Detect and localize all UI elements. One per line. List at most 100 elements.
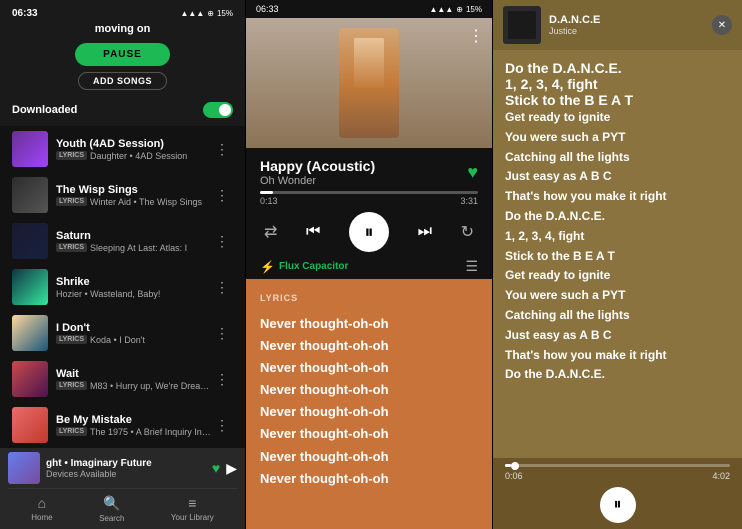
lyric-line: Stick to the B E A T	[505, 247, 730, 267]
song-meta: LYRICS The 1975 • A Brief Inquiry Int...	[56, 427, 211, 437]
song-thumb	[12, 131, 48, 167]
nav-library[interactable]: ≡ Your Library	[171, 495, 214, 523]
list-item[interactable]: Be My Mistake LYRICS The 1975 • A Brief …	[4, 402, 241, 448]
song-artist: Koda • I Don't	[90, 335, 145, 345]
song-artist: The 1975 • A Brief Inquiry Int...	[90, 427, 211, 437]
lyric-line: Get ready to ignite	[505, 266, 730, 286]
prev-button[interactable]: ⏮	[306, 223, 320, 241]
lyric-line: Do the D.A.N.C.E.	[505, 60, 730, 76]
lyrics-panel: LYRICS Never thought-oh-ohNever thought-…	[246, 279, 492, 529]
list-item[interactable]: Shrike Hozier • Wasteland, Baby! ⋮	[4, 264, 241, 310]
playlist-title: moving on	[95, 23, 151, 35]
p3-total-time: 4:02	[712, 471, 730, 481]
close-button[interactable]: ✕	[712, 15, 732, 35]
nav-search-label: Search	[99, 514, 124, 523]
lyric-line: You were such a PYT	[505, 128, 730, 148]
lyric-line: Catching all the lights	[505, 306, 730, 326]
status-bar-2: 06:33 ▲▲▲ ⊕ 15%	[246, 0, 492, 18]
bottom-nav: ⌂ Home 🔍 Search ≡ Your Library	[8, 488, 237, 525]
list-item[interactable]: Youth (4AD Session) LYRICS Daughter • 4A…	[4, 126, 241, 172]
lyric-line: Just easy as A B C	[505, 167, 730, 187]
nav-search[interactable]: 🔍 Search	[99, 495, 124, 523]
p3-play-button[interactable]: ⏸	[600, 487, 636, 523]
more-icon[interactable]: ⋮	[211, 279, 233, 296]
song-title: Wait	[56, 368, 211, 380]
song-artist: Winter Aid • The Wisp Sings	[90, 197, 202, 207]
wifi-icon-2: ⊕	[456, 5, 463, 14]
track-heart-icon[interactable]: ♥	[467, 162, 478, 183]
song-artist: Daughter • 4AD Session	[90, 151, 187, 161]
song-info: I Don't LYRICS Koda • I Don't	[56, 322, 211, 345]
total-time: 3:31	[460, 196, 478, 206]
progress-times: 0:13 3:31	[260, 196, 478, 206]
lyrics-lines: Never thought-oh-oh Never thought-oh-oh Ne…	[260, 313, 478, 490]
lyrics-badge: LYRICS	[56, 335, 87, 344]
lyric-line: That's how you make it right	[505, 346, 730, 366]
song-title: Saturn	[56, 230, 211, 242]
nav-home[interactable]: ⌂ Home	[31, 495, 52, 523]
lyric-line: Do the D.A.N.C.E.	[505, 207, 730, 227]
list-item[interactable]: The Wisp Sings LYRICS Winter Aid • The W…	[4, 172, 241, 218]
list-item[interactable]: Wait LYRICS M83 • Hurry up, We're Dreami…	[4, 356, 241, 402]
play-pause-icon[interactable]: ▶	[226, 460, 237, 477]
signal-icon: ▲▲▲	[181, 9, 205, 18]
play-pause-button[interactable]: ⏸	[349, 212, 389, 252]
song-artist: Hozier • Wasteland, Baby!	[56, 289, 160, 299]
repeat-button[interactable]: ↻	[461, 222, 474, 242]
song-meta: LYRICS Winter Aid • The Wisp Sings	[56, 197, 211, 207]
add-songs-button[interactable]: ADD SONGS	[78, 72, 167, 90]
lyrics-badge: LYRICS	[56, 381, 87, 390]
more-icon[interactable]: ⋮	[211, 187, 233, 204]
song-meta: Hozier • Wasteland, Baby!	[56, 289, 211, 299]
lyric-line: Never thought-oh-oh	[260, 423, 478, 445]
lyric-line: Do the D.A.N.C.E.	[505, 365, 730, 385]
song-info: Be My Mistake LYRICS The 1975 • A Brief …	[56, 414, 211, 437]
song-title: Shrike	[56, 276, 211, 288]
more-icon[interactable]: ⋮	[211, 233, 233, 250]
play-pause-icon-main: ⏸	[365, 222, 374, 243]
list-item[interactable]: Saturn LYRICS Sleeping At Last: Atlas: I…	[4, 218, 241, 264]
status-time-1: 06:33	[12, 8, 38, 19]
song-info: The Wisp Sings LYRICS Winter Aid • The W…	[56, 184, 211, 207]
more-icon[interactable]: ⋮	[211, 371, 233, 388]
song-thumb	[12, 361, 48, 397]
lyric-line: Never thought-oh-oh	[260, 313, 478, 335]
more-options-button[interactable]: ⋮	[468, 26, 484, 46]
pause-button[interactable]: PAUSE	[75, 43, 170, 66]
now-playing-info: ght • Imaginary Future Devices Available…	[8, 452, 237, 484]
lyric-line: Just easy as A B C	[505, 326, 730, 346]
list-icon[interactable]: ☰	[465, 258, 478, 275]
lyric-line: Never thought-oh-oh	[260, 468, 478, 490]
next-button[interactable]: ⏭	[418, 223, 432, 241]
heart-icon[interactable]: ♥	[212, 460, 220, 476]
downloaded-toggle[interactable]	[203, 102, 233, 118]
p3-progress-dot	[511, 462, 519, 470]
lyric-line: You were such a PYT	[505, 286, 730, 306]
lyrics-badge: LYRICS	[56, 243, 87, 252]
more-icon[interactable]: ⋮	[211, 325, 233, 342]
song-thumb	[12, 315, 48, 351]
library-icon: ≡	[188, 495, 196, 511]
nav-library-label: Your Library	[171, 513, 214, 522]
lyric-line: Get ready to ignite	[505, 108, 730, 128]
lyrics-heading: LYRICS	[260, 293, 478, 303]
shuffle-button[interactable]: ⇄	[264, 222, 277, 242]
more-icon[interactable]: ⋮	[211, 417, 233, 434]
lyric-line: Catching all the lights	[505, 148, 730, 168]
song-artist: M83 • Hurry up, We're Dreaming	[90, 381, 211, 391]
list-item[interactable]: I Don't LYRICS Koda • I Don't ⋮	[4, 310, 241, 356]
p3-track-artist: Justice	[549, 26, 704, 36]
panel3-header: D.A.N.C.E Justice ✕	[493, 0, 742, 50]
p3-track-info: D.A.N.C.E Justice	[549, 14, 704, 36]
lyric-line: That's how you make it right	[505, 187, 730, 207]
song-info: Wait LYRICS M83 • Hurry up, We're Dreami…	[56, 368, 211, 391]
downloaded-label: Downloaded	[12, 104, 77, 116]
p3-play-icon: ⏸	[613, 496, 621, 514]
song-title: I Don't	[56, 322, 211, 334]
more-icon[interactable]: ⋮	[211, 141, 233, 158]
progress-bar[interactable]	[260, 191, 478, 194]
lyric-line: Never thought-oh-oh	[260, 379, 478, 401]
p3-progress-bar[interactable]	[505, 464, 730, 467]
battery-icon: 15%	[217, 9, 233, 18]
song-thumb	[12, 223, 48, 259]
